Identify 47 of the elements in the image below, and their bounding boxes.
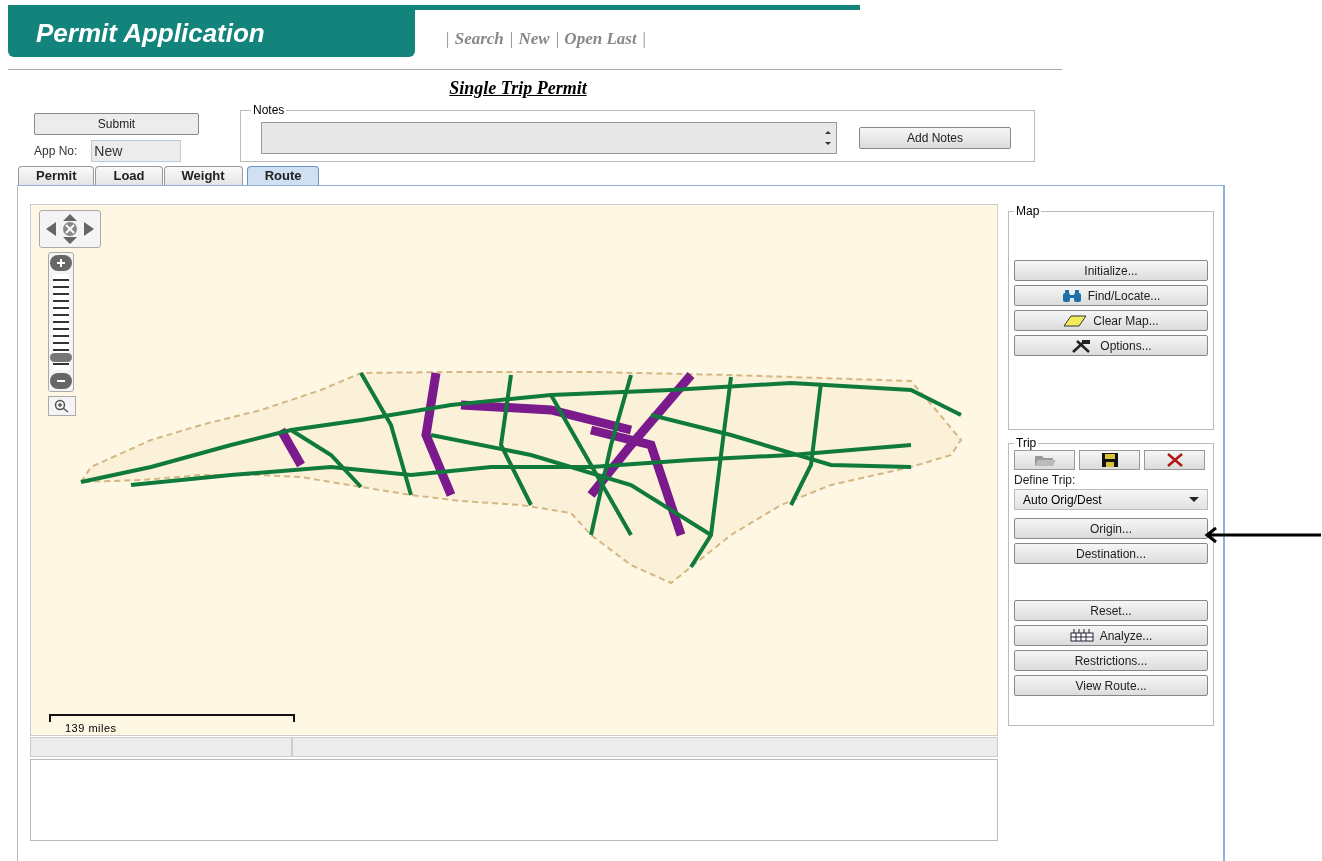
pan-control-icon[interactable]: [39, 210, 101, 248]
trip-button[interactable]: Analyze...: [1014, 625, 1208, 646]
map-action-button[interactable]: Options...: [1014, 335, 1208, 356]
define-trip-dropdown[interactable]: Auto Orig/Dest: [1014, 489, 1208, 510]
scale-label: 139 miles: [65, 722, 118, 734]
zoom-in-icon[interactable]: [50, 255, 72, 271]
header-link[interactable]: Open Last: [564, 29, 637, 49]
trip-button[interactable]: View Route...: [1014, 675, 1208, 696]
grid-icon: [1069, 629, 1094, 642]
app-no-label: App No:: [34, 144, 78, 158]
tab[interactable]: Route: [246, 166, 320, 185]
link-separator: |: [445, 29, 450, 49]
zoom-slider-thumb[interactable]: [50, 353, 72, 363]
trip-button[interactable]: Restrictions...: [1014, 650, 1208, 671]
save-button[interactable]: [1079, 450, 1140, 470]
trip-button[interactable]: Reset...: [1014, 600, 1208, 621]
page-title: Single Trip Permit: [449, 78, 587, 98]
submit-button[interactable]: Submit: [34, 113, 199, 135]
notes-field[interactable]: [261, 122, 837, 154]
link-separator: |: [554, 29, 560, 49]
trip-button[interactable]: Origin...: [1014, 518, 1208, 539]
eraser-icon: [1063, 314, 1088, 327]
add-notes-button[interactable]: Add Notes: [859, 127, 1011, 149]
zoom-out-icon[interactable]: [50, 373, 72, 389]
map-action-button[interactable]: Initialize...: [1014, 260, 1208, 281]
app-no-field[interactable]: New: [91, 140, 182, 162]
trip-button[interactable]: Destination...: [1014, 543, 1208, 564]
app-title-banner: Permit Application: [8, 10, 415, 57]
tab[interactable]: Weight: [163, 166, 243, 185]
notes-legend: Notes: [251, 103, 287, 117]
map-action-button[interactable]: Clear Map...: [1014, 310, 1208, 331]
trip-legend: Trip: [1014, 436, 1039, 450]
map-action-button[interactable]: Find/Locate...: [1014, 285, 1208, 306]
header-link[interactable]: Search: [454, 29, 504, 49]
define-trip-label: Define Trip:: [1014, 473, 1077, 487]
tab[interactable]: Load: [95, 166, 163, 185]
zoom-box-icon[interactable]: [48, 396, 76, 416]
folder-icon: [1032, 453, 1057, 467]
binoculars-icon: [1061, 289, 1082, 302]
zoom-slider[interactable]: [48, 252, 74, 392]
map-legend: Map: [1014, 204, 1042, 218]
header-link[interactable]: New: [518, 29, 550, 49]
tab[interactable]: Permit: [18, 166, 95, 185]
delete-button[interactable]: [1144, 450, 1205, 470]
caret-icon: [1189, 496, 1199, 503]
link-separator: |: [641, 29, 647, 49]
link-separator: |: [508, 29, 514, 49]
